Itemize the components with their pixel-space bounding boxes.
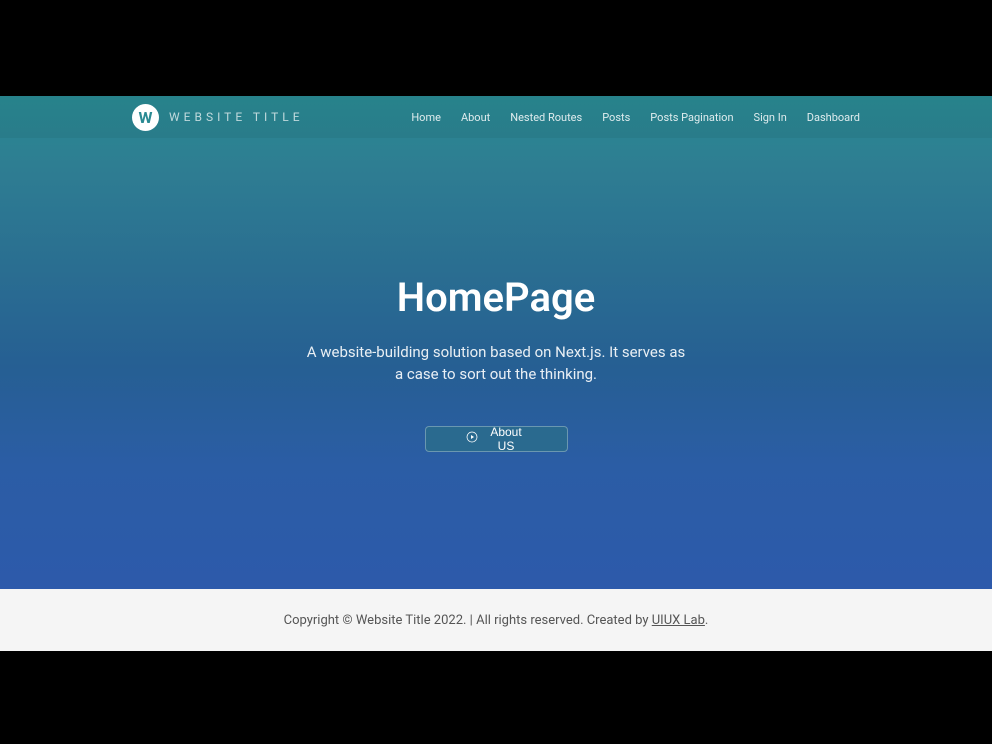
top-nav: W WEBSITE TITLE Home About Nested Routes… [0, 96, 992, 138]
nav-links: Home About Nested Routes Posts Posts Pag… [411, 111, 860, 124]
footer-suffix: . [705, 613, 708, 628]
nav-link-sign-in[interactable]: Sign In [754, 111, 787, 124]
nav-link-dashboard[interactable]: Dashboard [807, 111, 860, 124]
logo-badge: W [132, 104, 159, 131]
logo-letter: W [139, 108, 153, 127]
nav-link-about[interactable]: About [461, 111, 490, 124]
play-icon [466, 431, 478, 446]
nav-link-posts-pagination[interactable]: Posts Pagination [650, 111, 733, 124]
hero-description: A website-building solution based on Nex… [246, 341, 746, 386]
nav-link-nested-routes[interactable]: Nested Routes [510, 111, 582, 124]
about-us-button[interactable]: About US [425, 426, 568, 452]
hero-title: HomePage [246, 274, 746, 321]
black-top-bar [0, 0, 992, 96]
cta-label: About US [486, 425, 527, 453]
main-section: W WEBSITE TITLE Home About Nested Routes… [0, 96, 992, 651]
hero-content: HomePage A website-building solution bas… [246, 274, 746, 452]
nav-link-home[interactable]: Home [411, 111, 441, 124]
brand-name: WEBSITE TITLE [169, 110, 304, 124]
page-wrapper: W WEBSITE TITLE Home About Nested Routes… [0, 0, 992, 744]
footer: Copyright © Website Title 2022. | All ri… [0, 589, 992, 651]
nav-brand[interactable]: W WEBSITE TITLE [132, 104, 304, 131]
hero-section: W WEBSITE TITLE Home About Nested Routes… [0, 96, 992, 589]
footer-text: Copyright © Website Title 2022. | All ri… [284, 613, 709, 628]
nav-link-posts[interactable]: Posts [602, 111, 630, 124]
copyright-text: Copyright © Website Title 2022. | All ri… [284, 613, 652, 628]
footer-link-uiux-lab[interactable]: UIUX Lab [652, 613, 705, 628]
black-bottom-bar [0, 651, 992, 744]
